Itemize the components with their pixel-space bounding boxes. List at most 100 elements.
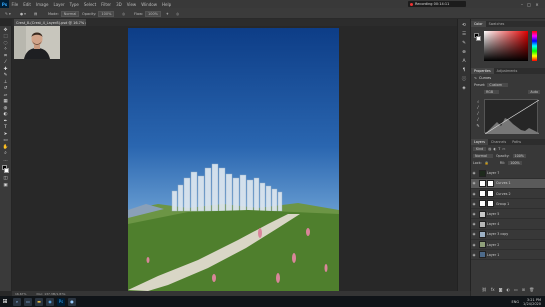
layer-thumbnail[interactable] <box>479 169 486 177</box>
link-layers-icon[interactable]: ⛓ <box>482 287 487 293</box>
tab-channels[interactable]: Channels <box>488 140 509 144</box>
layer-row[interactable]: ◉ Layer 4 <box>471 220 545 230</box>
visibility-eye-icon[interactable]: ◉ <box>471 202 477 206</box>
tab-color[interactable]: Color <box>471 21 486 27</box>
visibility-eye-icon[interactable]: ◉ <box>471 232 477 236</box>
filter-shape-icon[interactable]: ▭ <box>502 147 505 151</box>
dodge-tool-icon[interactable]: ◐ <box>3 112 9 117</box>
gradient-tool-icon[interactable]: ▦ <box>3 99 9 104</box>
document-tab[interactable]: Crest_8-(Crest_4_Layer8).psd @ 16.7% (La… <box>14 19 86 26</box>
opacity-field[interactable]: 100% <box>98 10 115 17</box>
brush-tool-icon[interactable]: ✎ <box>3 73 9 78</box>
color-swatches[interactable] <box>0 164 12 175</box>
lock-icon[interactable]: 🔒 <box>485 161 489 165</box>
layer-row[interactable]: ◉ Curves 2 <box>471 189 545 199</box>
zoom-level[interactable]: 16.67% <box>15 292 26 296</box>
layer-row[interactable]: ◉ Layer 5 <box>471 210 545 220</box>
filter-pixel-icon[interactable]: ▨ <box>488 147 491 151</box>
quick-select-tool-icon[interactable]: ✧ <box>3 47 9 52</box>
brush-settings-icon[interactable]: ✎ <box>461 41 467 46</box>
brush-size-picker[interactable]: ● ▾ <box>20 10 26 17</box>
airbrush-toggle[interactable]: ✈ <box>166 10 169 17</box>
delete-layer-icon[interactable]: 🗑 <box>529 287 534 293</box>
quick-mask-icon[interactable]: ◫ <box>3 176 9 181</box>
layer-row[interactable]: ◉ Layer 7 <box>471 169 545 179</box>
layer-kind-select[interactable]: Kind <box>473 147 487 151</box>
shape-tool-icon[interactable]: ▭ <box>3 138 9 143</box>
visibility-eye-icon[interactable]: ◉ <box>471 181 477 185</box>
layer-thumbnail[interactable] <box>479 230 486 238</box>
menu-3d[interactable]: 3D <box>114 2 125 7</box>
visibility-eye-icon[interactable]: ◉ <box>471 222 477 226</box>
maximize-button[interactable]: □ <box>526 1 532 7</box>
layer-mask-thumbnail[interactable] <box>487 190 494 198</box>
layer-mask-thumbnail[interactable] <box>487 200 494 208</box>
marquee-tool-icon[interactable]: ⬚ <box>3 34 9 39</box>
layer-row[interactable]: ◉ Group 1 <box>471 200 545 210</box>
layer-opacity-field[interactable]: 100% <box>512 154 526 158</box>
type-tool-icon[interactable]: T <box>3 125 9 130</box>
clone-source-icon[interactable]: ⊕ <box>461 50 467 55</box>
flow-field[interactable]: 100% <box>144 10 161 17</box>
layer-thumbnail[interactable] <box>479 200 486 208</box>
lasso-tool-icon[interactable]: ◌ <box>3 41 9 46</box>
filter-adjust-icon[interactable]: ◐ <box>493 147 496 151</box>
curves-graph[interactable] <box>484 99 540 135</box>
menu-filter[interactable]: Filter <box>99 2 114 7</box>
path-select-tool-icon[interactable]: ➤ <box>3 132 9 137</box>
layer-thumbnail[interactable] <box>479 220 486 228</box>
menu-image[interactable]: Image <box>33 2 51 7</box>
clone-stamp-tool-icon[interactable]: ⊥ <box>3 80 9 85</box>
clock[interactable]: 3:21 PM 1/24/2020 <box>523 298 545 306</box>
history-brush-tool-icon[interactable]: ↺ <box>3 86 9 91</box>
tab-properties[interactable]: Properties <box>471 68 494 74</box>
eyedropper-tool-icon[interactable]: ⁄ <box>3 60 9 65</box>
new-group-icon[interactable]: ▭ <box>514 287 518 293</box>
color-picker-field[interactable] <box>484 31 528 61</box>
adjustment-layer-icon[interactable]: ◐ <box>507 287 511 293</box>
document-canvas[interactable] <box>128 28 339 291</box>
background-color-swatch[interactable] <box>4 167 9 173</box>
browser-icon[interactable]: ◉ <box>46 297 54 306</box>
curve-pencil-icon[interactable]: ✎ <box>474 123 482 129</box>
layer-row[interactable]: ◉ Layer 1 <box>471 251 545 261</box>
file-explorer-icon[interactable]: ▬ <box>35 297 43 306</box>
channel-select[interactable]: RGB <box>484 90 500 94</box>
recording-indicator[interactable]: Recording 00:14:11 <box>408 1 466 7</box>
crop-tool-icon[interactable]: ⌗ <box>3 54 9 59</box>
blend-mode-select[interactable]: Normal <box>473 154 493 158</box>
minimize-button[interactable]: – <box>519 1 525 7</box>
visibility-eye-icon[interactable]: ◉ <box>471 192 477 196</box>
tab-adjustments[interactable]: Adjustments <box>494 69 521 73</box>
move-tool-icon[interactable]: ✥ <box>3 28 9 33</box>
task-view-icon[interactable]: ▭ <box>24 297 32 306</box>
pressure-opacity-toggle[interactable]: ◎ <box>122 10 125 17</box>
auto-button[interactable]: Auto <box>528 90 540 94</box>
brush-panel-toggle[interactable]: ▤ <box>34 10 37 17</box>
brush-tool-preset[interactable]: ✎ ▾ <box>5 10 11 17</box>
close-button[interactable]: × <box>534 1 540 7</box>
panel-background-swatch[interactable] <box>476 36 481 41</box>
layer-thumbnail[interactable] <box>479 251 486 259</box>
layer-thumbnail[interactable] <box>479 241 486 249</box>
visibility-eye-icon[interactable]: ◉ <box>471 171 477 175</box>
visibility-eye-icon[interactable]: ◉ <box>471 212 477 216</box>
obs-taskbar-icon[interactable]: ● <box>68 297 76 306</box>
navigator-panel-icon[interactable]: ◈ <box>461 86 467 91</box>
more-tools-icon[interactable]: … <box>3 158 9 163</box>
photoshop-taskbar-icon[interactable]: Ps <box>57 297 65 306</box>
pressure-size-toggle[interactable]: ◎ <box>176 10 179 17</box>
tab-paths[interactable]: Paths <box>509 140 524 144</box>
eraser-tool-icon[interactable]: ▱ <box>3 93 9 98</box>
add-mask-icon[interactable]: ◙ <box>499 287 503 293</box>
layer-mask-thumbnail[interactable] <box>487 179 494 187</box>
zoom-tool-icon[interactable]: ⌕ <box>3 151 9 156</box>
layer-style-icon[interactable]: fx <box>491 287 495 293</box>
info-panel-icon[interactable]: ⓘ <box>461 77 467 82</box>
search-taskbar-icon[interactable]: ⌕ <box>13 297 21 306</box>
new-layer-icon[interactable]: ⊞ <box>522 287 525 293</box>
paragraph-panel-icon[interactable]: ¶ <box>461 68 467 73</box>
preset-select[interactable]: Custom <box>487 83 509 87</box>
visibility-eye-icon[interactable]: ◉ <box>471 243 477 247</box>
menu-edit[interactable]: Edit <box>21 2 34 7</box>
